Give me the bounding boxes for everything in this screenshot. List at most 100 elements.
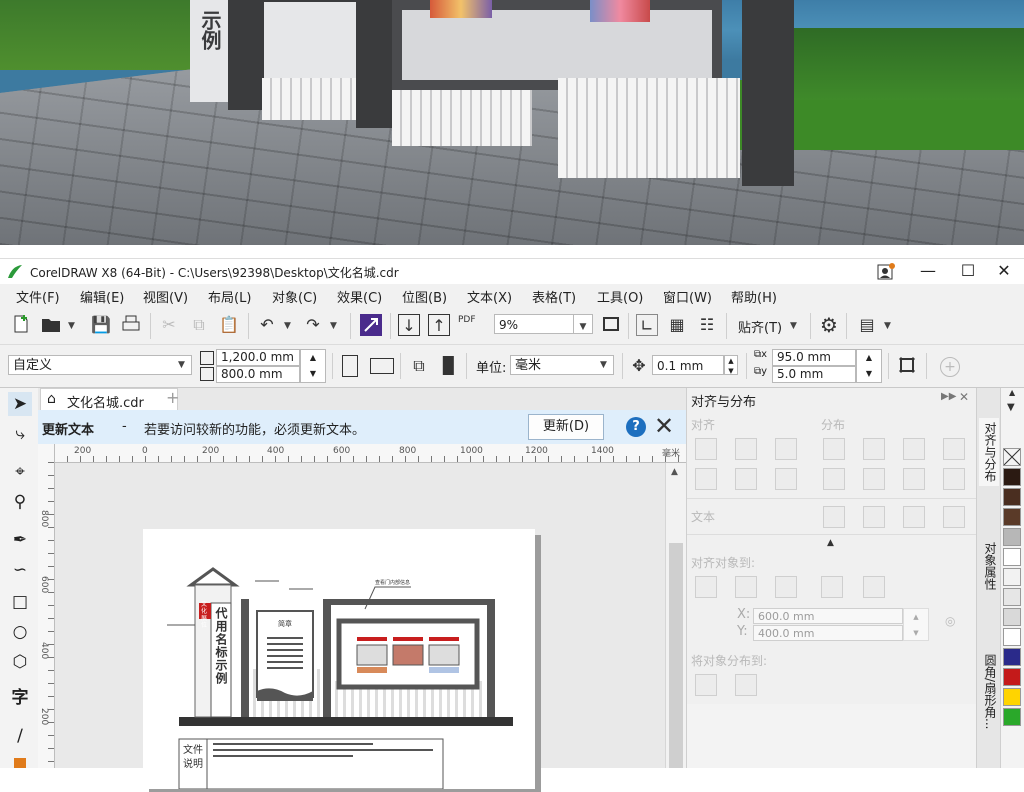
distribute-center-h-icon[interactable] <box>863 438 885 460</box>
menu-layout[interactable]: 布局(L) <box>208 287 251 306</box>
redo-icon[interactable]: ↷ <box>302 314 324 336</box>
text-bounding-box-icon[interactable] <box>903 506 925 528</box>
menu-file[interactable]: 文件(F) <box>16 287 60 306</box>
nudge-distance-field[interactable]: 0.1 mm <box>652 355 724 375</box>
color-swatch[interactable] <box>1003 468 1021 486</box>
no-color-swatch[interactable] <box>1003 448 1021 466</box>
palette-scroll-up-icon[interactable]: ▲ <box>1009 388 1015 397</box>
color-swatch[interactable] <box>1003 548 1021 566</box>
horizontal-ruler[interactable]: 200 0 200 400 600 800 1000 1200 1400 毫米 <box>54 444 686 463</box>
all-pages-icon[interactable]: ⧉ <box>408 355 430 377</box>
menu-help[interactable]: 帮助(H) <box>731 287 777 306</box>
align-bottom-icon[interactable] <box>775 468 797 490</box>
page-height-field[interactable]: 800.0 mm <box>216 366 300 383</box>
full-screen-icon[interactable] <box>600 314 622 336</box>
undo-dropdown-icon[interactable]: ▼ <box>284 321 291 331</box>
vertical-scrollbar[interactable]: ▲ <box>665 463 687 768</box>
menu-text[interactable]: 文本(X) <box>467 287 512 306</box>
launcher-dropdown-icon[interactable]: ▼ <box>884 321 891 331</box>
print-icon[interactable] <box>120 314 142 336</box>
text-last-baseline-icon[interactable] <box>863 506 885 528</box>
document-tab[interactable]: ⌂ 文化名城.cdr <box>40 388 178 411</box>
color-swatch[interactable] <box>1003 508 1021 526</box>
color-swatch[interactable] <box>1003 568 1021 586</box>
publish-pdf-icon[interactable]: PDF <box>458 315 476 325</box>
y-position-field[interactable]: 400.0 mm <box>753 625 903 641</box>
import-icon[interactable]: ↓ <box>398 314 420 336</box>
minimize-button[interactable]: — <box>910 259 946 285</box>
position-spinner[interactable]: ▲ ▼ <box>903 608 929 641</box>
freehand-tool-icon[interactable]: ✒ <box>8 528 32 552</box>
zoom-dropdown[interactable]: ▼ <box>573 314 593 334</box>
paste-icon[interactable]: 📋 <box>218 314 240 336</box>
help-icon[interactable]: ? <box>626 417 646 437</box>
menu-view[interactable]: 视图(V) <box>143 287 188 306</box>
menu-tools[interactable]: 工具(O) <box>597 287 643 306</box>
duplicate-x-field[interactable]: 95.0 mm <box>772 349 856 366</box>
align-to-page-edge-icon[interactable] <box>735 576 757 598</box>
docker-collapse-icon[interactable]: ▶▶ <box>941 391 956 402</box>
distribute-top-icon[interactable] <box>823 468 845 490</box>
units-select[interactable]: 毫米 <box>510 355 614 375</box>
align-top-icon[interactable] <box>695 468 717 490</box>
align-center-v-icon[interactable] <box>735 468 757 490</box>
add-preset-icon[interactable]: + <box>940 357 960 377</box>
artistic-media-tool-icon[interactable]: ∽ <box>8 558 32 582</box>
align-center-h-icon[interactable] <box>735 438 757 460</box>
menu-edit[interactable]: 编辑(E) <box>80 287 124 306</box>
drawing-canvas[interactable]: 文化展位 代用名标示例 简章 查看门内部信息 文件 说明 <box>55 463 665 790</box>
tab-align-distribute[interactable]: 对齐与分布 <box>979 418 999 486</box>
snap-dropdown-icon[interactable]: ▼ <box>790 321 797 331</box>
units-dropdown-icon[interactable]: ▼ <box>600 360 607 370</box>
bleed-icon[interactable] <box>896 355 918 377</box>
vertical-ruler[interactable]: 800 600 400 200 <box>38 444 55 768</box>
nudge-spinner[interactable]: ▲ ▼ <box>724 355 738 375</box>
dimension-tool-icon[interactable]: ∕ <box>8 724 32 748</box>
align-right-icon[interactable] <box>775 438 797 460</box>
page-width-field[interactable]: 1,200.0 mm <box>216 349 300 366</box>
menu-effects[interactable]: 效果(C) <box>337 287 382 306</box>
color-swatch[interactable] <box>1003 648 1021 666</box>
preset-dropdown-icon[interactable]: ▼ <box>178 360 185 370</box>
tab-object-properties[interactable]: 对象属性 <box>979 538 999 594</box>
ellipse-tool-icon[interactable]: ○ <box>8 620 32 644</box>
cut-icon[interactable]: ✂ <box>158 314 180 336</box>
distribute-to-selection-icon[interactable] <box>695 674 717 696</box>
undo-icon[interactable]: ↶ <box>256 314 278 336</box>
new-tab-icon[interactable]: + <box>166 388 179 407</box>
rectangle-tool-icon[interactable]: □ <box>8 590 32 614</box>
color-swatch[interactable] <box>1003 668 1021 686</box>
interactive-fill-icon[interactable] <box>14 758 26 768</box>
crop-tool-icon[interactable]: ⌖ <box>8 460 32 484</box>
export-icon[interactable]: ↑ <box>428 314 450 336</box>
distribute-bottom-icon[interactable] <box>943 468 965 490</box>
distribute-center-v-icon[interactable] <box>863 468 885 490</box>
show-rulers-icon[interactable]: ∟ <box>636 314 658 336</box>
align-to-page-center-icon[interactable] <box>775 576 797 598</box>
palette-scroll-down-icon[interactable]: ▼ <box>1007 402 1015 413</box>
settings-gear-icon[interactable]: ⚙ <box>818 314 840 336</box>
copy-icon[interactable]: ⧉ <box>188 314 210 336</box>
new-document-icon[interactable] <box>10 314 32 336</box>
open-dropdown-icon[interactable]: ▼ <box>68 321 75 331</box>
application-launcher-icon[interactable]: ▤ <box>856 314 878 336</box>
color-swatch[interactable] <box>1003 488 1021 506</box>
x-position-field[interactable]: 600.0 mm <box>753 608 903 624</box>
align-to-active-object-icon[interactable] <box>695 576 717 598</box>
color-swatch[interactable] <box>1003 628 1021 646</box>
distribute-right-icon[interactable] <box>943 438 965 460</box>
color-swatch[interactable] <box>1003 688 1021 706</box>
menu-bitmaps[interactable]: 位图(B) <box>402 287 447 306</box>
maximize-button[interactable]: ☐ <box>950 259 986 285</box>
search-content-icon[interactable] <box>360 314 382 336</box>
close-infobar-icon[interactable]: ✕ <box>654 413 674 439</box>
shape-tool-icon[interactable]: ⤷ <box>8 422 32 446</box>
target-icon[interactable]: ◎ <box>945 614 955 628</box>
pick-tool-icon[interactable]: ➤ <box>8 392 32 416</box>
zoom-tool-icon[interactable]: ⚲ <box>8 490 32 514</box>
align-left-icon[interactable] <box>695 438 717 460</box>
document-page[interactable]: 文化展位 代用名标示例 简章 查看门内部信息 文件 说明 <box>143 529 535 790</box>
save-icon[interactable]: 💾 <box>90 314 112 336</box>
distribute-spacing-h-icon[interactable] <box>903 438 925 460</box>
section-toggle-icon[interactable]: ▲ <box>827 538 834 548</box>
